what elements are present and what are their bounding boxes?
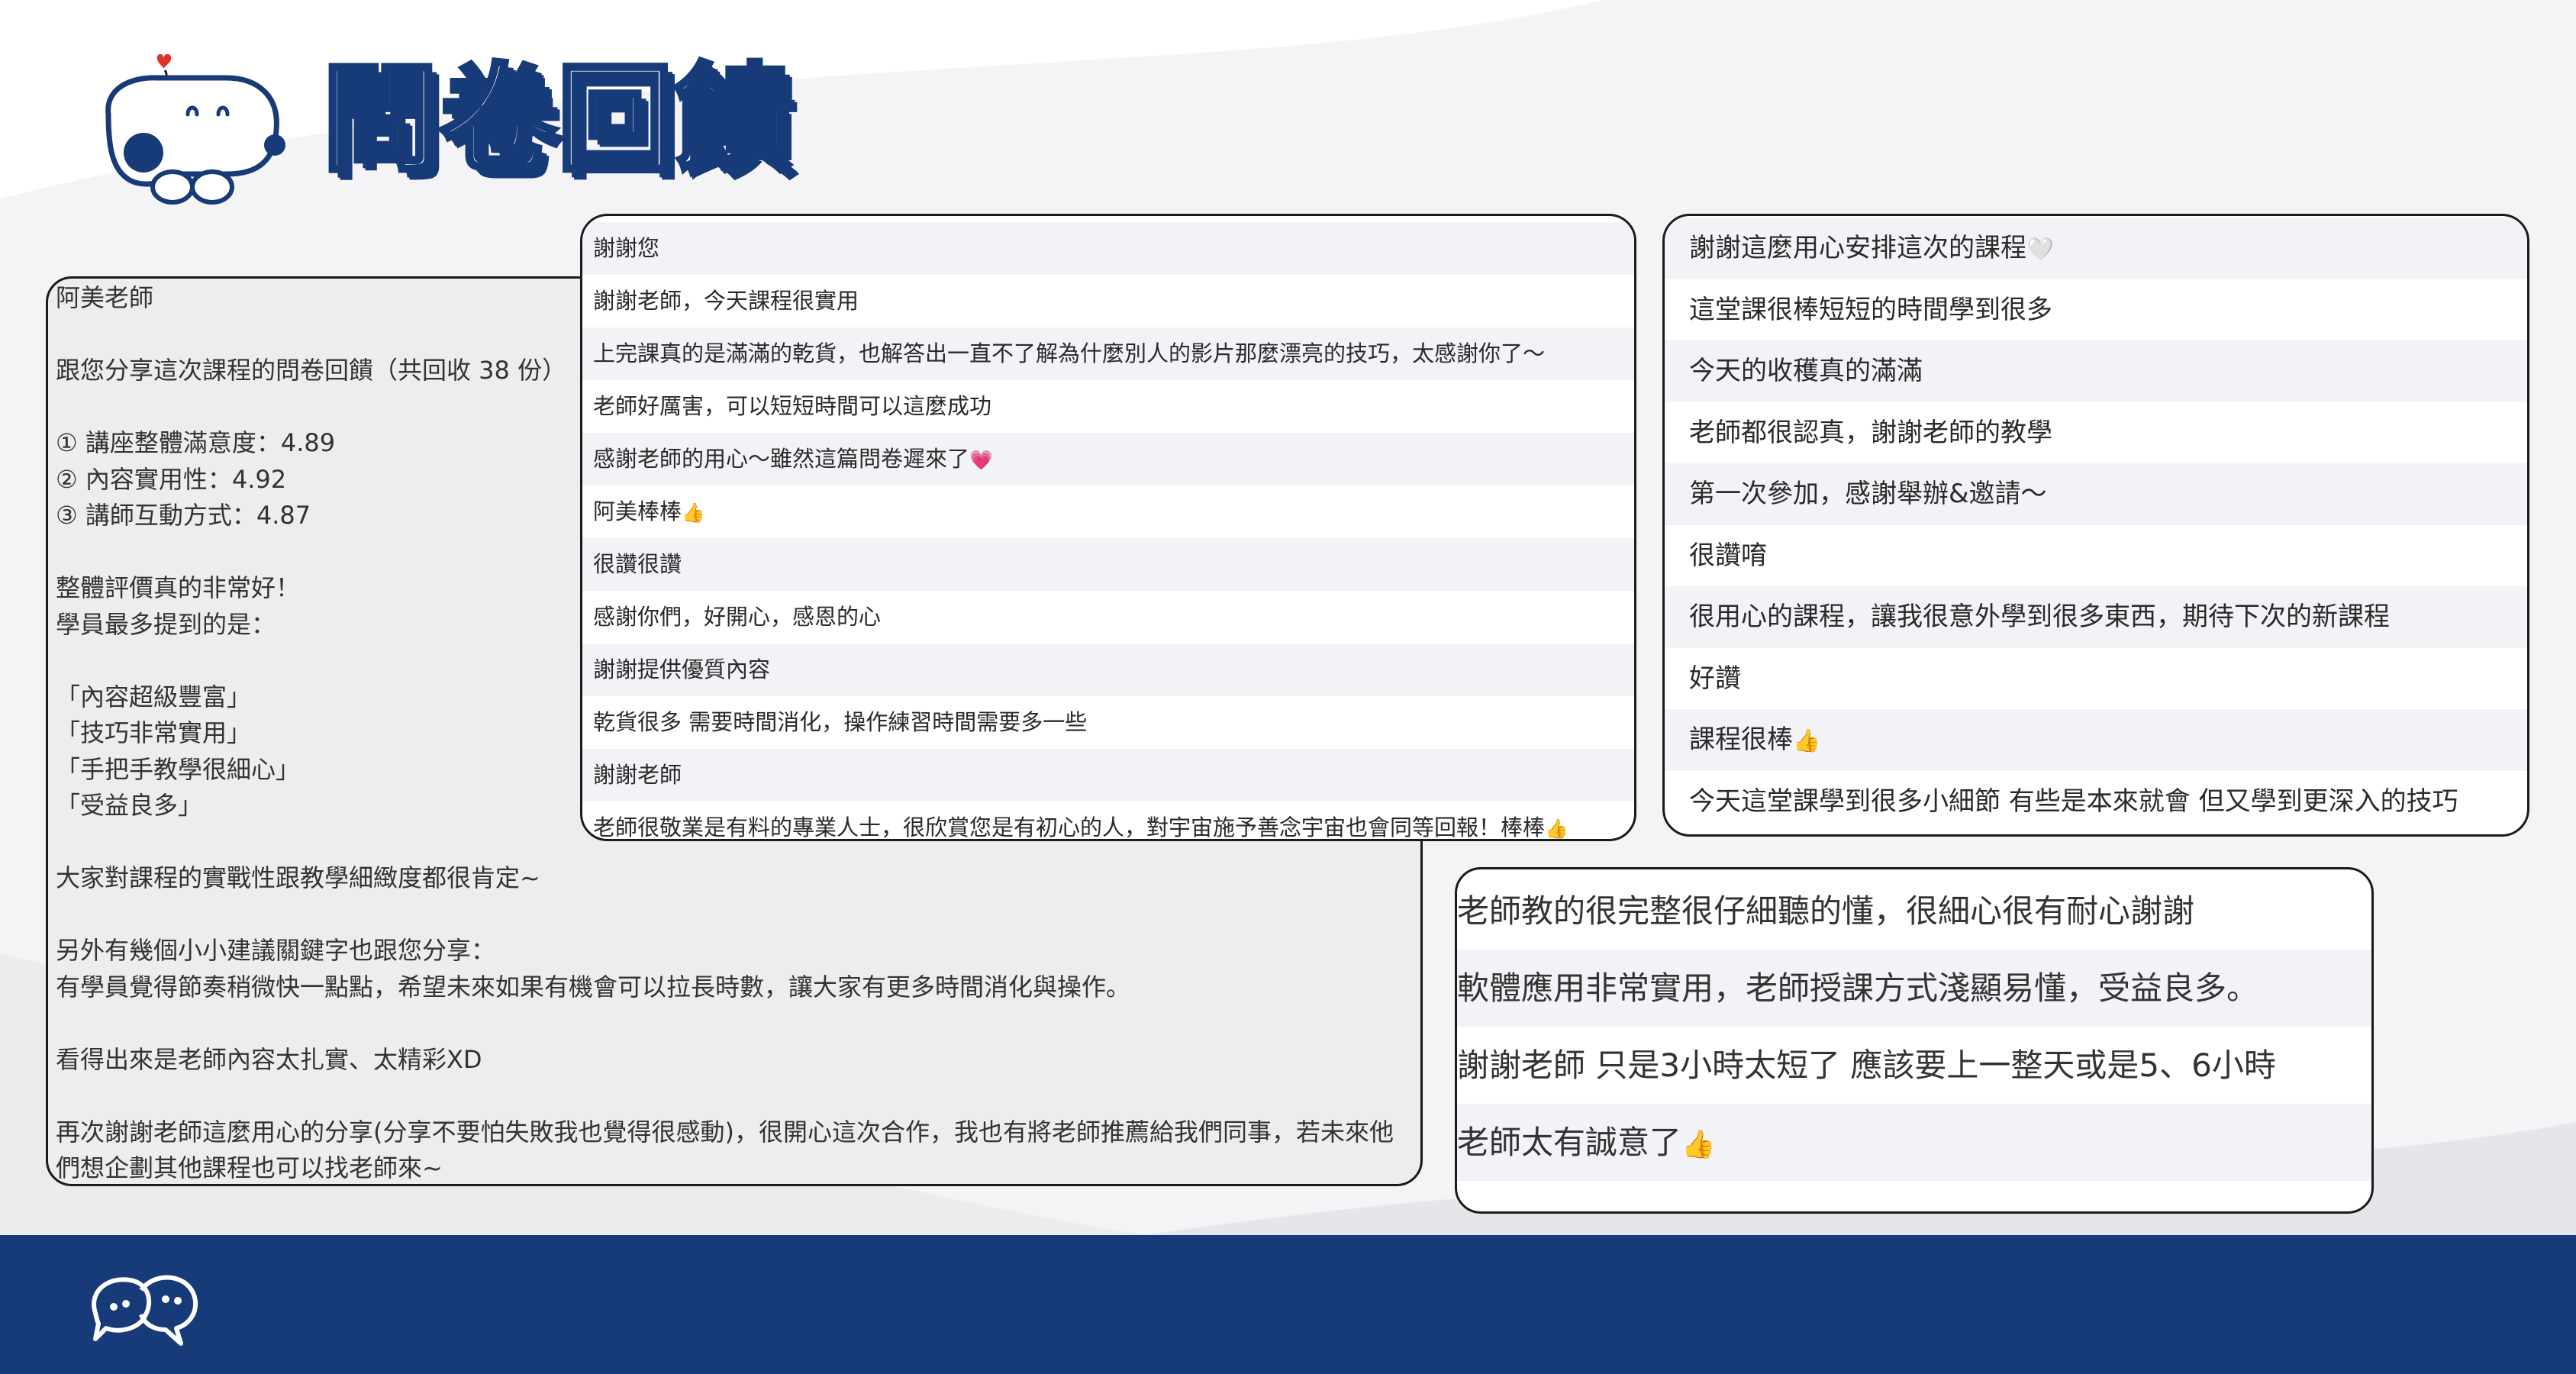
comment-text: 阿美棒棒 bbox=[593, 498, 682, 524]
chat-bubbles-logo-icon bbox=[92, 1275, 198, 1346]
emoji-icon: 👍 bbox=[1793, 727, 1820, 753]
right-comment-row: 很用心的課程，讓我很意外學到很多東西，期待下次的新課程 bbox=[1665, 586, 2527, 648]
right-comment-row: 老師都很認真，謝謝老師的教學 bbox=[1665, 402, 2527, 464]
comment-text: 好讚 bbox=[1689, 663, 1741, 694]
middle-comment-row: 很讚很讚 bbox=[582, 538, 1634, 591]
comment-text: 很用心的課程，讓我很意外學到很多東西，期待下次的新課程 bbox=[1689, 602, 2390, 632]
comment-text: 課程很棒 bbox=[1689, 724, 1793, 755]
letter-line: 大家對課程的實戰性跟教學細緻度都很肯定~ bbox=[56, 863, 540, 892]
middle-comment-row: 感謝你們，好開心，感恩的心 bbox=[582, 591, 1634, 643]
comment-text: 老師太有誠意了 bbox=[1457, 1124, 1682, 1161]
right-comment-row: 謝謝這麼用心安排這次的課程🤍 bbox=[1665, 218, 2527, 279]
letter-line bbox=[56, 897, 1413, 934]
emoji-icon: 👍 bbox=[682, 502, 705, 524]
middle-comment-row: 謝謝老師，今天課程很實用 bbox=[582, 275, 1634, 327]
comment-text: 老師好厲害，可以短短時間可以這麼成功 bbox=[593, 393, 992, 419]
right-comment-row: 這堂課很棒短短的時間學到很多 bbox=[1665, 279, 2527, 341]
page-title: 問卷回饋 bbox=[320, 52, 793, 187]
comments-panel-middle: 謝謝您謝謝老師，今天課程很實用上完課真的是滿滿的乾貨，也解答出一直不了解為什麼別… bbox=[580, 214, 1636, 841]
middle-comment-row: 乾貨很多 需要時間消化，操作練習時間需要多一些 bbox=[582, 696, 1634, 749]
right-comment-row: 很讚唷 bbox=[1665, 525, 2527, 587]
middle-comment-row: 老師很敬業是有料的專業人士，很欣賞您是有初心的人，對宇宙施予善念宇宙也會同等回報… bbox=[582, 802, 1634, 840]
emoji-icon: 💗 bbox=[969, 449, 993, 471]
letter-line bbox=[56, 1078, 1413, 1114]
middle-comment-row: 謝謝老師 bbox=[582, 749, 1634, 802]
emoji-icon: 🤍 bbox=[2026, 236, 2054, 262]
comment-text: 謝謝提供優質內容 bbox=[593, 656, 771, 682]
comment-text: 老師教的很完整很仔細聽的懂，很細心很有耐心謝謝 bbox=[1457, 892, 2195, 930]
bottom-comment-row: 軟體應用非常實用，老師授課方式淺顯易懂，受益良多。 bbox=[1457, 950, 2371, 1027]
footer-bar bbox=[0, 1235, 2576, 1374]
robot-mascot-icon bbox=[105, 53, 285, 205]
comment-text: 感謝你們，好開心，感恩的心 bbox=[593, 604, 882, 630]
comment-text: 老師很敬業是有料的專業人士，很欣賞您是有初心的人，對宇宙施予善念宇宙也會同等回報… bbox=[593, 814, 1546, 840]
comment-text: 上完課真的是滿滿的乾貨，也解答出一直不了解為什麼別人的影片那麼漂亮的技巧，太感謝… bbox=[593, 340, 1546, 366]
letter-line: 有學員覺得節奏稍微快一點點，希望未來如果有機會可以拉長時數，讓大家有更多時間消化… bbox=[56, 972, 1131, 1001]
middle-comment-row: 上完課真的是滿滿的乾貨，也解答出一直不了解為什麼別人的影片那麼漂亮的技巧，太感謝… bbox=[582, 327, 1634, 380]
right-comment-row: 課程很棒👍 bbox=[1665, 709, 2527, 771]
letter-closing: 再次謝謝老師這麼用心的分享(分享不要怕失敗我也覺得很感動)，很開心這次合作，我也… bbox=[56, 1117, 1394, 1182]
right-comment-row: 今天這堂課學到很多小細節 有些是本來就會 但又學到更深入的技巧 bbox=[1665, 771, 2527, 833]
comment-text: 今天的收穫真的滿滿 bbox=[1689, 356, 1923, 386]
comment-text: 軟體應用非常實用，老師授課方式淺顯易懂，受益良多。 bbox=[1457, 969, 2259, 1007]
letter-line: 另外有幾個小小建議關鍵字也跟您分享： bbox=[56, 936, 496, 965]
comment-text: 很讚很讚 bbox=[593, 551, 682, 577]
comment-text: 謝謝老師 只是3小時太短了 應該要上一整天或是5、6小時 bbox=[1457, 1047, 2276, 1084]
bottom-comment-row: 謝謝老師 只是3小時太短了 應該要上一整天或是5、6小時 bbox=[1457, 1027, 2371, 1104]
comment-text: 很讚唷 bbox=[1689, 540, 1767, 571]
comments-panel-right: 謝謝這麼用心安排這次的課程🤍 這堂課很棒短短的時間學到很多 今天的收穫真的滿滿老師都… bbox=[1662, 214, 2529, 837]
emoji-icon: 👍 bbox=[1545, 818, 1568, 840]
comment-text: 這堂課很棒短短的時間學到很多 bbox=[1689, 294, 2052, 325]
comment-text: 謝謝您 bbox=[593, 235, 660, 261]
comment-text: 謝謝這麼用心安排這次的課程 bbox=[1689, 233, 2026, 263]
middle-comment-row: 老師好厲害，可以短短時間可以這麼成功 bbox=[582, 380, 1634, 433]
bottom-comment-row: 老師太有誠意了👍 bbox=[1457, 1104, 2371, 1181]
bottom-comment-row: 老師教的很完整很仔細聽的懂，很細心很有耐心謝謝 bbox=[1457, 872, 2371, 950]
comment-text: 今天這堂課學到很多小細節 有些是本來就會 但又學到更深入的技巧 bbox=[1689, 785, 2458, 817]
comment-text: 謝謝老師，今天課程很實用 bbox=[593, 288, 859, 314]
letter-line: 看得出來是老師內容太扎實、太精彩XD bbox=[56, 1044, 482, 1074]
comment-text: 乾貨很多 需要時間消化，操作練習時間需要多一些 bbox=[593, 709, 1088, 735]
middle-comment-row: 感謝老師的用心～雖然這篇問卷遲來了💗 bbox=[582, 433, 1634, 485]
comment-text: 第一次參加，感謝舉辦&邀請～ bbox=[1689, 479, 2047, 509]
right-comment-row: 第一次參加，感謝舉辦&邀請～ bbox=[1665, 463, 2527, 525]
comment-text: 感謝老師的用心～雖然這篇問卷遲來了 bbox=[593, 446, 970, 472]
right-comment-row: 好讚 bbox=[1665, 648, 2527, 710]
comment-text: 謝謝老師 bbox=[593, 762, 682, 788]
middle-comment-row: 謝謝您 bbox=[582, 222, 1634, 275]
comments-panel-bottom: 老師教的很完整很仔細聽的懂，很細心很有耐心謝謝軟體應用非常實用，老師授課方式淺顯… bbox=[1455, 867, 2374, 1214]
middle-comment-row: 阿美棒棒👍 bbox=[582, 485, 1634, 538]
middle-comment-row: 謝謝提供優質內容 bbox=[582, 643, 1634, 696]
right-comment-row: 今天的收穫真的滿滿 bbox=[1665, 340, 2527, 402]
emoji-icon: 👍 bbox=[1681, 1129, 1716, 1160]
comment-text: 老師都很認真，謝謝老師的教學 bbox=[1689, 417, 2052, 448]
letter-line bbox=[56, 1005, 1413, 1042]
